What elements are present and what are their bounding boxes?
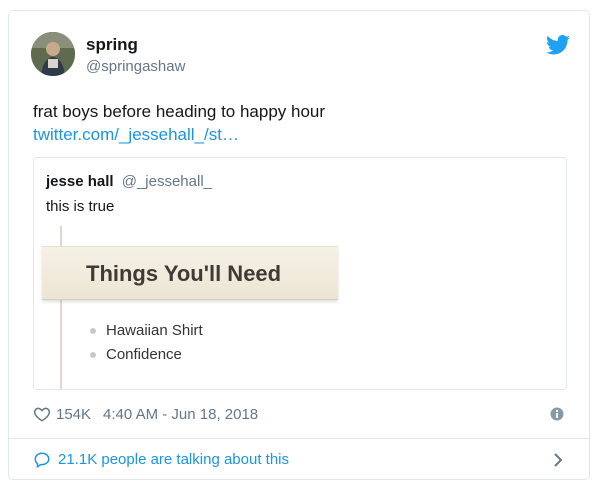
conversation-link[interactable]: 21.1K people are talking about this — [9, 439, 589, 481]
image-heading-banner: Things You'll Need — [42, 246, 338, 300]
quoted-tweet-author: jesse hall @_jessehall_ — [46, 173, 212, 190]
quoted-author-name: jesse hall — [46, 173, 114, 190]
quoted-tweet-text: this is true — [46, 198, 115, 215]
tweet-link[interactable]: twitter.com/_jessehall_/st… — [33, 125, 239, 145]
embedded-tweet-card: spring @springashaw frat boys before hea… — [8, 10, 590, 480]
list-item: Confidence — [90, 343, 203, 367]
quoted-tweet-image[interactable]: Things You'll Need Hawaiian Shirt Confid… — [34, 226, 338, 389]
tweet-timestamp[interactable]: 4:40 AM - Jun 18, 2018 — [103, 406, 258, 423]
image-heading: Things You'll Need — [86, 261, 282, 286]
bullet-icon — [90, 352, 96, 358]
tweet-text: frat boys before heading to happy hour — [33, 102, 326, 121]
tweet-meta-row: 154K 4:40 AM - Jun 18, 2018 — [33, 404, 258, 424]
chevron-right-icon[interactable] — [552, 452, 564, 468]
bullet-icon — [90, 328, 96, 334]
quoted-tweet[interactable]: jesse hall @_jessehall_ this is true Thi… — [33, 157, 567, 390]
heart-icon[interactable] — [33, 405, 51, 423]
speech-bubble-icon — [34, 452, 50, 469]
list-item-label: Hawaiian Shirt — [106, 322, 203, 339]
conversation-count-text[interactable]: 21.1K people are talking about this — [58, 451, 289, 468]
twitter-bird-icon[interactable] — [546, 35, 570, 55]
list-item: Hawaiian Shirt — [90, 319, 203, 343]
author-display-name[interactable]: spring — [86, 35, 138, 55]
avatar[interactable] — [31, 32, 75, 76]
info-icon[interactable] — [550, 407, 564, 421]
quoted-author-handle: @_jessehall_ — [121, 173, 212, 190]
image-item-list: Hawaiian Shirt Confidence — [90, 319, 203, 367]
avatar-image — [31, 32, 75, 76]
author-handle[interactable]: @springashaw — [86, 58, 185, 75]
list-item-label: Confidence — [106, 346, 182, 363]
like-count[interactable]: 154K — [56, 406, 91, 423]
